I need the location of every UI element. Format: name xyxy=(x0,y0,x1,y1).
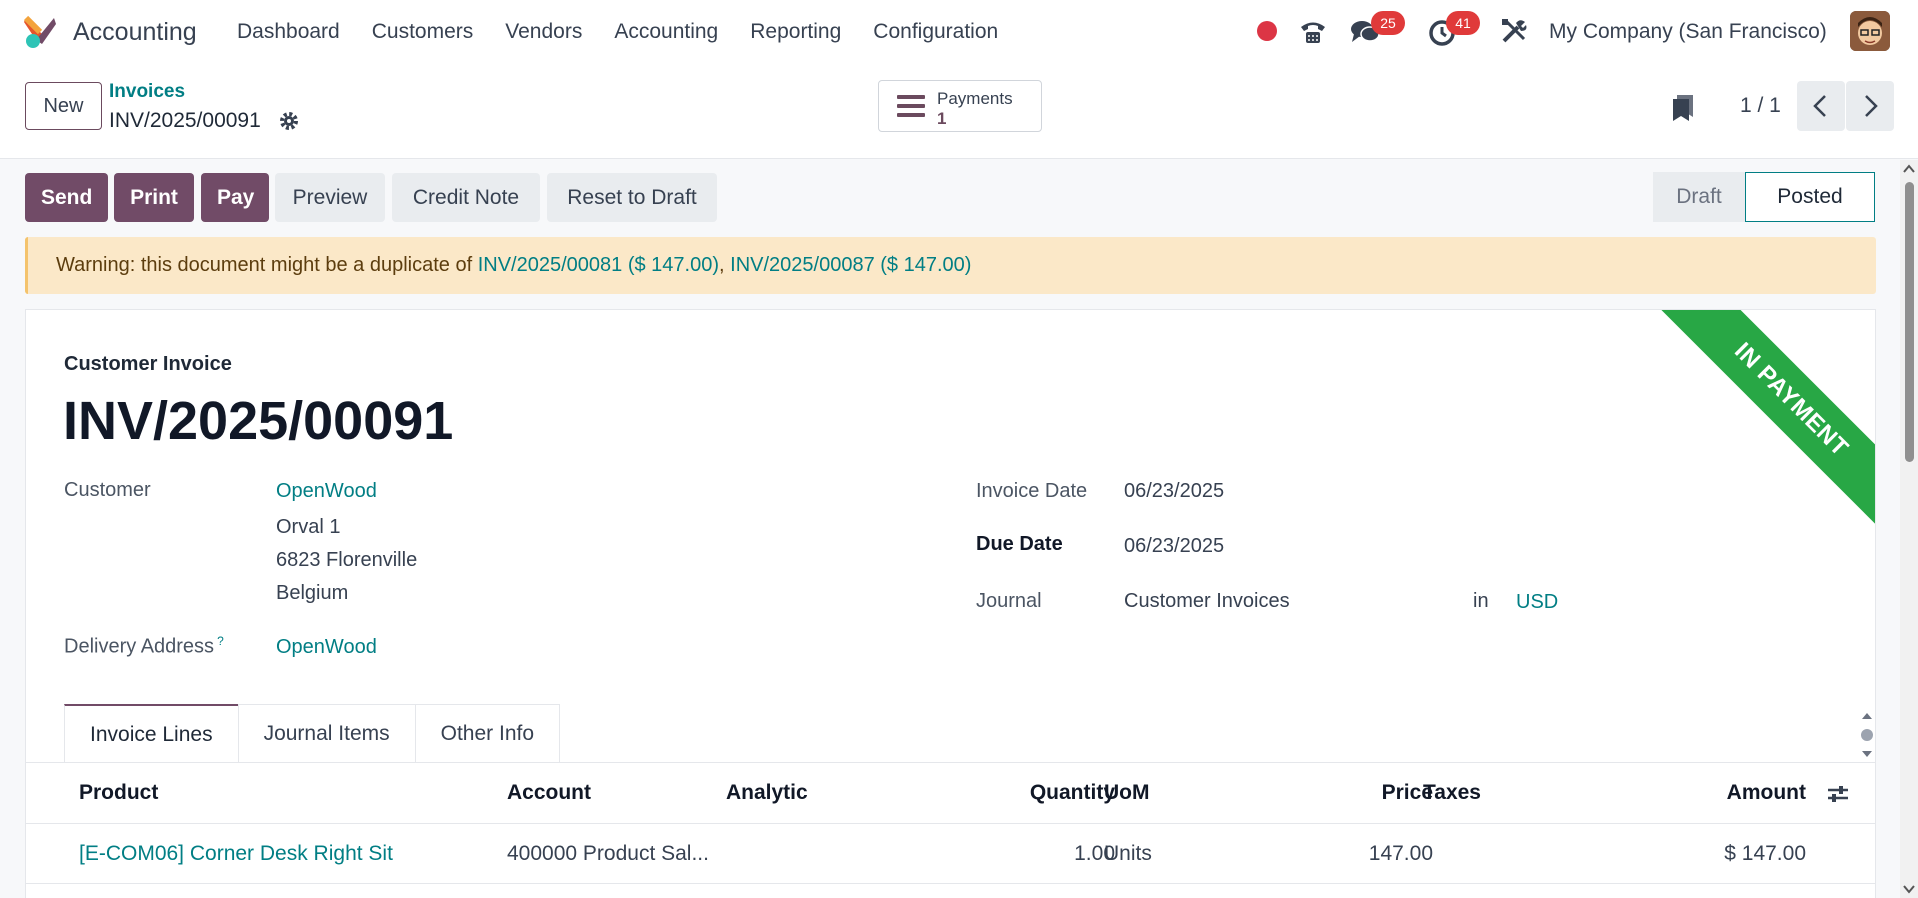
user-avatar[interactable] xyxy=(1850,11,1890,51)
col-taxes[interactable]: Taxes xyxy=(1423,781,1481,805)
table-row[interactable]: [E-COM06] Corner Desk Right Sit 400000 P… xyxy=(26,824,1875,884)
tools-icon[interactable] xyxy=(1500,17,1528,45)
pager-previous-button[interactable] xyxy=(1797,81,1845,131)
duplicate-warning: Warning: this document might be a duplic… xyxy=(25,237,1876,294)
activities-badge: 41 xyxy=(1446,11,1480,35)
accounting-app-icon[interactable] xyxy=(22,14,58,50)
preview-button[interactable]: Preview xyxy=(275,173,385,222)
menu-vendors[interactable]: Vendors xyxy=(505,20,582,44)
document-type: Customer Invoice xyxy=(64,353,232,375)
duplicate-link-2[interactable]: INV/2025/00087 ($ 147.00) xyxy=(730,254,971,276)
menu-reporting[interactable]: Reporting xyxy=(750,20,841,44)
status-ribbon: IN PAYMENT xyxy=(1643,310,1875,548)
tab-invoice-lines[interactable]: Invoice Lines xyxy=(64,704,239,763)
column-settings-icon[interactable] xyxy=(1826,783,1850,805)
chevron-left-icon xyxy=(1813,95,1826,117)
delivery-address-label: Delivery Address? xyxy=(64,634,224,659)
pay-button[interactable]: Pay xyxy=(201,173,269,222)
address-line-3: Belgium xyxy=(276,582,349,604)
payments-smart-button[interactable]: Payments 1 xyxy=(878,80,1042,132)
col-uom[interactable]: UoM xyxy=(1104,781,1150,805)
warning-text: Warning: this document might be a duplic… xyxy=(56,254,478,276)
gear-icon[interactable] xyxy=(278,110,300,132)
phone-icon[interactable] xyxy=(1298,17,1328,47)
avatar-face-icon xyxy=(1850,11,1890,51)
list-bars-icon xyxy=(897,95,925,117)
menu-configuration[interactable]: Configuration xyxy=(873,20,998,44)
payments-count: 1 xyxy=(937,109,947,128)
due-date-label: Due Date xyxy=(976,533,1063,555)
breadcrumb-invoices[interactable]: Invoices xyxy=(109,81,185,103)
delivery-address-field[interactable]: OpenWood xyxy=(276,636,377,659)
invoice-date-field[interactable]: 06/23/2025 xyxy=(1124,480,1224,503)
pager-value[interactable]: 1 / 1 xyxy=(1740,94,1781,118)
row-price[interactable]: 147.00 xyxy=(1369,842,1433,866)
currency-field[interactable]: USD xyxy=(1516,591,1558,614)
reset-to-draft-button[interactable]: Reset to Draft xyxy=(547,173,717,222)
row-amount: $ 147.00 xyxy=(1724,842,1806,865)
col-quantity[interactable]: Quantity xyxy=(1030,781,1115,805)
journal-label: Journal xyxy=(976,590,1042,612)
credit-note-button[interactable]: Credit Note xyxy=(392,173,540,222)
in-label: in xyxy=(1473,590,1489,612)
menu-dashboard[interactable]: Dashboard xyxy=(237,20,340,44)
row-product[interactable]: [E-COM06] Corner Desk Right Sit xyxy=(79,842,393,866)
page-scrollbar[interactable] xyxy=(1900,160,1918,898)
print-button[interactable]: Print xyxy=(114,173,194,222)
col-account[interactable]: Account xyxy=(507,781,591,805)
invoice-date-label: Invoice Date xyxy=(976,480,1088,502)
bookmark-icon[interactable] xyxy=(1671,93,1695,123)
messages-badge: 25 xyxy=(1371,11,1405,35)
customer-label: Customer xyxy=(64,479,151,501)
send-button[interactable]: Send xyxy=(25,173,108,222)
scrollbar-thumb[interactable] xyxy=(1905,182,1914,462)
address-line-2: 6823 Florenville xyxy=(276,549,418,571)
tab-journal-items[interactable]: Journal Items xyxy=(237,704,416,763)
due-date-field[interactable]: 06/23/2025 xyxy=(1124,535,1224,558)
tab-other-info[interactable]: Other Info xyxy=(414,704,561,763)
invoice-number: INV/2025/00091 xyxy=(63,391,454,451)
company-switcher[interactable]: My Company (San Francisco) xyxy=(1549,20,1827,44)
tabs-scroll-arrows-icon[interactable] xyxy=(1859,709,1875,761)
invoice-form-sheet: IN PAYMENT Customer Invoice INV/2025/000… xyxy=(25,309,1876,898)
control-panel: New Invoices INV/2025/00091 Payments 1 1… xyxy=(0,64,1918,159)
delivery-address-label-text: Delivery Address xyxy=(64,635,215,658)
warning-separator: , xyxy=(719,254,731,276)
col-amount[interactable]: Amount xyxy=(1727,781,1806,805)
customer-field[interactable]: OpenWood xyxy=(276,480,377,503)
journal-field[interactable]: Customer Invoices xyxy=(1124,590,1290,613)
menu-accounting[interactable]: Accounting xyxy=(614,20,718,44)
breadcrumb-current: INV/2025/00091 xyxy=(109,109,261,132)
pager-next-button[interactable] xyxy=(1846,81,1894,131)
help-tooltip-icon[interactable]: ? xyxy=(217,634,224,648)
col-analytic[interactable]: Analytic xyxy=(726,781,808,805)
chevron-right-icon xyxy=(1865,95,1878,117)
top-navbar: Accounting Dashboard Customers Vendors A… xyxy=(0,0,1918,64)
col-product[interactable]: Product xyxy=(79,781,158,805)
address-line-1: Orval 1 xyxy=(276,516,341,538)
row-uom[interactable]: Units xyxy=(1104,842,1152,866)
payments-label: Payments xyxy=(937,89,1013,108)
status-draft[interactable]: Draft xyxy=(1653,172,1745,222)
notebook-tabs: Invoice Lines Journal Items Other Info xyxy=(64,704,561,763)
scroll-down-icon[interactable] xyxy=(1900,882,1918,896)
row-account[interactable]: 400000 Product Sal... xyxy=(507,842,709,866)
new-button[interactable]: New xyxy=(25,82,102,130)
main-menu: Dashboard Customers Vendors Accounting R… xyxy=(237,20,1030,44)
status-posted[interactable]: Posted xyxy=(1745,172,1875,222)
app-name[interactable]: Accounting xyxy=(73,18,197,47)
recording-dot-icon[interactable] xyxy=(1257,21,1277,41)
duplicate-link-1[interactable]: INV/2025/00081 ($ 147.00) xyxy=(478,254,719,276)
invoice-lines-header: Product Account Analytic Quantity UoM Pr… xyxy=(26,763,1875,824)
menu-customers[interactable]: Customers xyxy=(372,20,474,44)
status-bar: Draft Posted xyxy=(1653,172,1875,222)
scroll-up-icon[interactable] xyxy=(1900,162,1918,176)
